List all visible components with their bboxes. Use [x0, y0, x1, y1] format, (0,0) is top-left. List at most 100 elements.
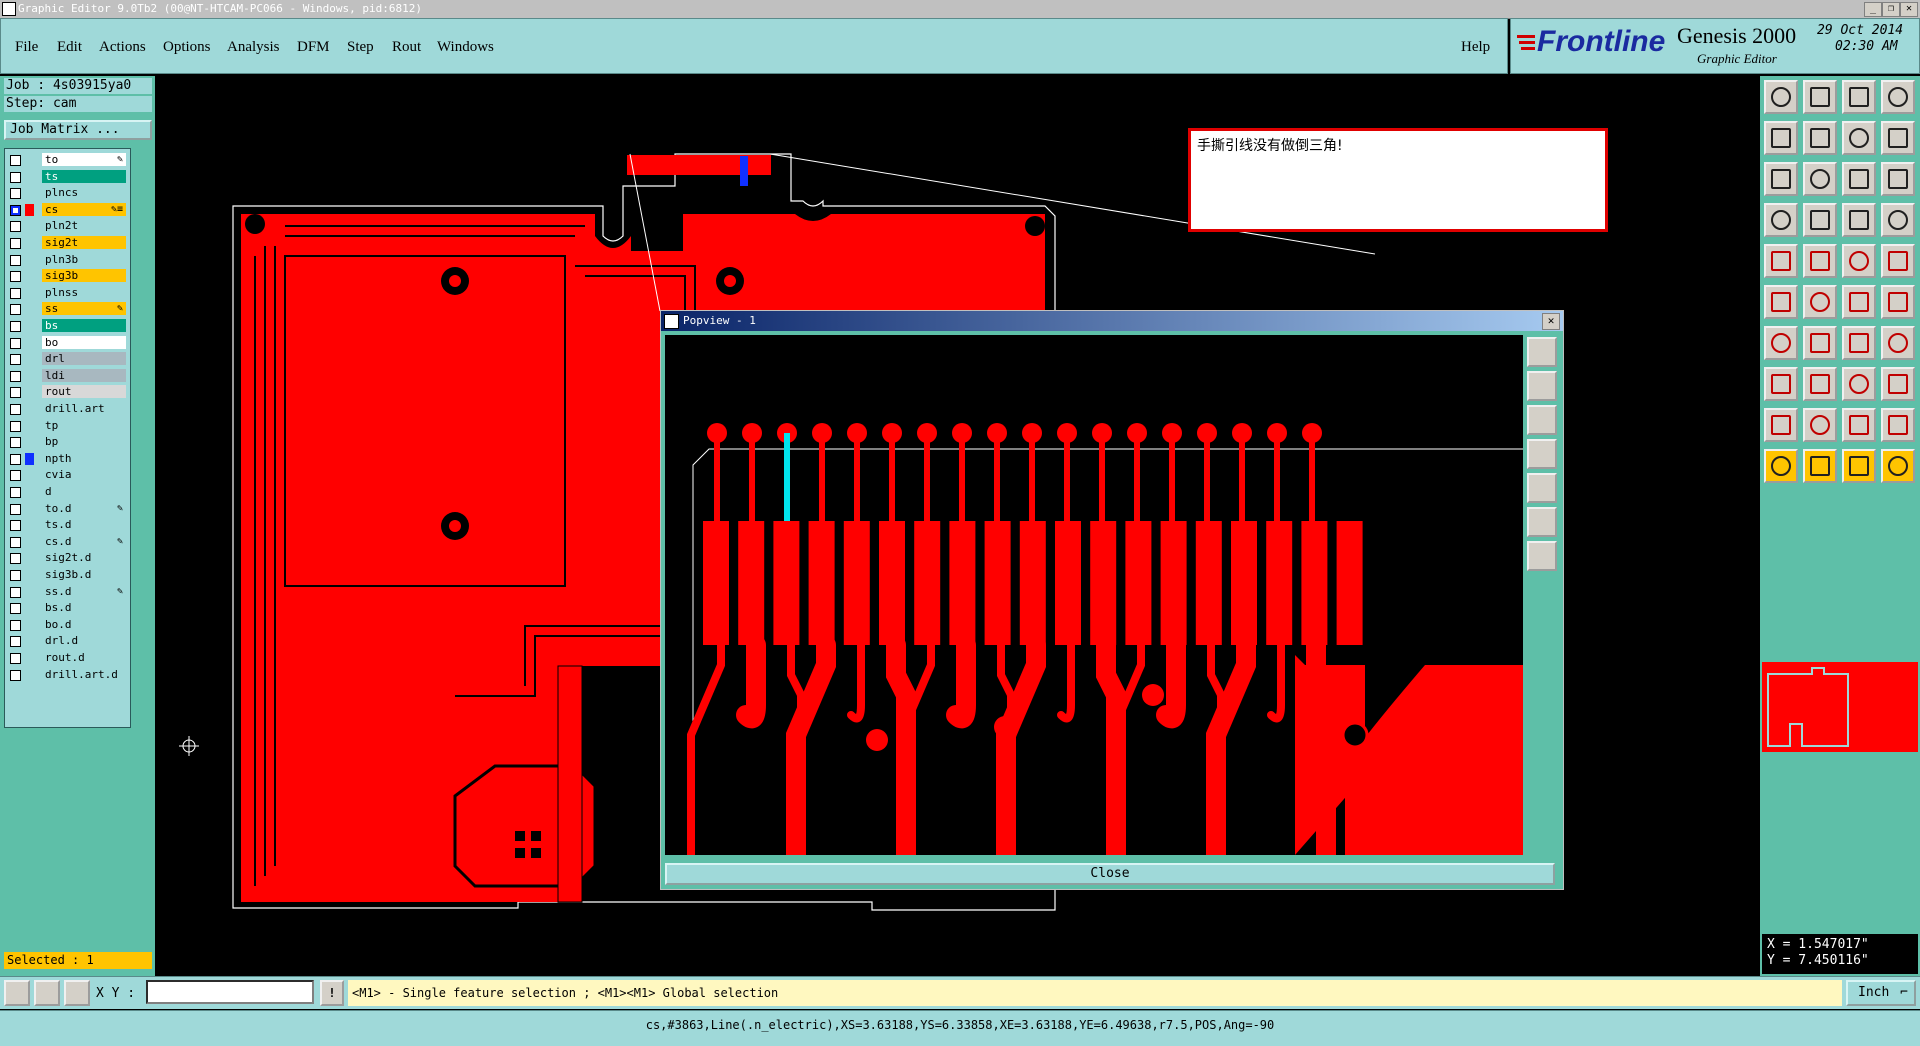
layer-name[interactable]: npth: [42, 451, 126, 465]
layer-checkbox[interactable]: [10, 321, 21, 332]
layer-row[interactable]: to.d ✎: [5, 501, 130, 517]
menu-analysis[interactable]: Analysis: [227, 39, 280, 56]
transform-button[interactable]: [1881, 367, 1915, 401]
layer-color-swatch[interactable]: [25, 586, 34, 598]
next-view-button[interactable]: [1803, 121, 1837, 155]
layer-name[interactable]: cs ✎≡: [42, 202, 126, 216]
layer-row[interactable]: to ✎: [5, 153, 130, 168]
popview-pan-right-button[interactable]: [1527, 473, 1557, 503]
layer-row[interactable]: rout.d: [5, 651, 130, 666]
select-area-button[interactable]: [1881, 449, 1915, 483]
layer-color-swatch[interactable]: [25, 220, 34, 232]
layer-row[interactable]: ss ✎: [5, 302, 130, 317]
layer-name[interactable]: pln2t: [42, 219, 126, 233]
layer-row[interactable]: bs: [5, 319, 130, 334]
layer-name[interactable]: ts: [42, 169, 126, 183]
layer-color-swatch[interactable]: [25, 386, 34, 398]
layer-name[interactable]: bs: [42, 319, 126, 332]
layer-row[interactable]: pln3b: [5, 252, 130, 268]
select-button[interactable]: [1764, 449, 1798, 483]
layer-checkbox[interactable]: [10, 470, 21, 482]
units-dropdown[interactable]: Inch ⌐: [1846, 980, 1916, 1006]
layer-checkbox[interactable]: [10, 204, 21, 216]
layer-row[interactable]: sig2t: [5, 236, 130, 251]
menu-dfm[interactable]: DFM: [297, 39, 330, 56]
popview-canvas[interactable]: [665, 335, 1523, 865]
layer-name[interactable]: plncs: [42, 186, 126, 200]
layer-name[interactable]: bs.d: [42, 601, 126, 615]
layer-name[interactable]: sig2t.d: [42, 551, 126, 565]
pan-button[interactable]: [1881, 121, 1915, 155]
layer-checkbox[interactable]: [10, 404, 21, 415]
layer-checkbox[interactable]: [10, 487, 21, 498]
layer-row[interactable]: drl.d: [5, 634, 130, 649]
layer-color-swatch[interactable]: [25, 403, 34, 415]
mirror-button[interactable]: [1881, 326, 1915, 360]
layer-name[interactable]: drill.art: [42, 402, 126, 415]
layer-row[interactable]: cs ✎≡: [5, 202, 130, 218]
layer-color-swatch[interactable]: [25, 552, 34, 564]
layer-row[interactable]: ts.d: [5, 518, 130, 533]
layer-checkbox[interactable]: [10, 337, 21, 349]
layer-row[interactable]: bp: [5, 435, 130, 450]
home-button[interactable]: [1842, 80, 1876, 114]
layer-row[interactable]: bo: [5, 335, 130, 351]
layer-checkbox[interactable]: [10, 420, 21, 432]
layer-name[interactable]: cs.d ✎: [42, 534, 126, 548]
add-text-button[interactable]: [1764, 367, 1798, 401]
layer-color-swatch[interactable]: [25, 287, 34, 299]
layer-name[interactable]: to ✎: [42, 153, 126, 166]
layer-row[interactable]: sig3b: [5, 269, 130, 284]
layer-checkbox[interactable]: [10, 171, 21, 183]
zoom-box-button[interactable]: [1842, 121, 1876, 155]
grid-button[interactable]: [1803, 203, 1837, 237]
draw-mode-icon[interactable]: [4, 980, 30, 1006]
layer-checkbox[interactable]: [10, 520, 21, 532]
step-in-button[interactable]: [1764, 80, 1798, 114]
layer-checkbox[interactable]: [10, 453, 21, 465]
layer-color-swatch[interactable]: [25, 569, 34, 581]
layer-color-swatch[interactable]: [25, 203, 34, 216]
prev-view-button[interactable]: [1764, 121, 1798, 155]
layer-name[interactable]: ldi: [42, 368, 126, 382]
layer-color-swatch[interactable]: [25, 669, 34, 681]
xy-input[interactable]: [146, 980, 314, 1004]
layer-color-swatch[interactable]: [25, 519, 34, 531]
layer-checkbox[interactable]: [10, 437, 21, 449]
layer-color-swatch[interactable]: [25, 337, 34, 349]
layer-checkbox[interactable]: [10, 238, 21, 249]
layer-color-swatch[interactable]: [25, 154, 34, 166]
layer-name[interactable]: drill.art.d: [42, 667, 126, 681]
layer-flip-button[interactable]: [1881, 203, 1915, 237]
help-button[interactable]: [1881, 162, 1915, 196]
move-button[interactable]: [1842, 285, 1876, 319]
layer-checkbox[interactable]: [10, 304, 21, 316]
layer-row[interactable]: npth: [5, 451, 130, 467]
layer-row[interactable]: drl: [5, 352, 130, 367]
popview-center-button[interactable]: [1527, 541, 1557, 571]
zoom-center-button[interactable]: [1803, 162, 1837, 196]
layer-name[interactable]: to.d ✎: [42, 501, 126, 515]
add-triangle-button[interactable]: [1764, 408, 1798, 442]
layer-row[interactable]: cs.d ✎: [5, 534, 130, 550]
layer-name[interactable]: drl: [42, 352, 126, 366]
popview-zoom-fit-button[interactable]: [1527, 337, 1557, 367]
popview-title-bar[interactable]: Popview - 1 ✕: [661, 311, 1563, 331]
menu-options[interactable]: Options: [163, 39, 211, 56]
layer-checkbox[interactable]: [10, 254, 21, 266]
layer-name[interactable]: bo.d: [42, 617, 126, 631]
layer-name[interactable]: rout.d: [42, 651, 126, 664]
layer-checkbox[interactable]: [10, 287, 21, 299]
layer-row[interactable]: tp: [5, 418, 130, 434]
layer-checkbox[interactable]: [10, 653, 21, 664]
zoom-fit-button[interactable]: [1764, 162, 1798, 196]
measure-button[interactable]: [1842, 203, 1876, 237]
layer-name[interactable]: tp: [42, 418, 126, 432]
layer-checkbox[interactable]: [10, 188, 21, 200]
menu-actions[interactable]: Actions: [99, 39, 146, 56]
layer-name[interactable]: cvia: [42, 468, 126, 482]
layer-row[interactable]: ts: [5, 169, 130, 185]
layer-checkbox[interactable]: [10, 570, 21, 581]
layer-color-swatch[interactable]: [25, 420, 34, 432]
layer-checkbox[interactable]: [10, 603, 21, 615]
